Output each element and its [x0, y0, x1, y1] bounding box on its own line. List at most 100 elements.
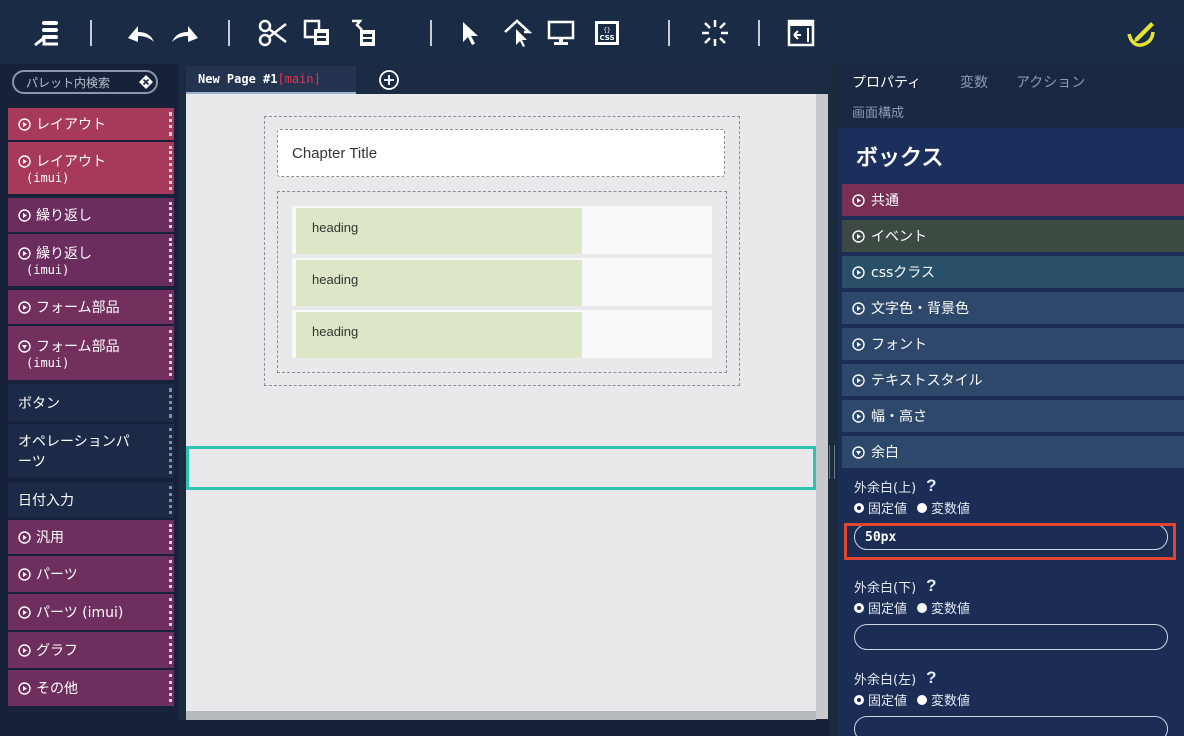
sparkle-icon[interactable]: [698, 16, 732, 50]
palette-category[interactable]: グラフ: [8, 632, 174, 668]
property-section[interactable]: cssクラス: [842, 256, 1184, 290]
property-section-label: 幅・高さ: [871, 409, 927, 425]
value-type-radios: 固定値 変数値: [854, 690, 970, 709]
palette-category[interactable]: パーツ: [8, 556, 174, 592]
toolbar-separator: [228, 20, 230, 46]
edit-check-icon[interactable]: [1124, 16, 1158, 50]
help-icon[interactable]: ?: [926, 476, 936, 496]
heading-cell[interactable]: heading: [296, 208, 582, 254]
bottom-strip: [0, 720, 830, 736]
margin-field-label: 外余白(上)?: [854, 476, 937, 496]
collapsed-circle-icon: [18, 530, 31, 544]
property-section-label: フォント: [871, 337, 927, 353]
palette-category[interactable]: レイアウト (imui): [8, 142, 174, 194]
clear-search-icon[interactable]: [138, 74, 154, 90]
table-row[interactable]: heading: [292, 206, 712, 254]
palette-item[interactable]: 日付入力: [8, 482, 174, 518]
table-row[interactable]: heading: [292, 258, 712, 306]
palette-item-label: グラフ: [36, 643, 78, 659]
help-icon[interactable]: ?: [926, 668, 936, 688]
palette-item-title: フォーム部品: [18, 297, 174, 317]
collapsed-circle-icon: [852, 373, 865, 387]
palette-search-input[interactable]: パレット内検索: [12, 70, 158, 94]
tab-new-page[interactable]: New Page #1 [main]: [186, 66, 356, 94]
undo-icon[interactable]: [124, 16, 158, 50]
property-section[interactable]: イベント: [842, 220, 1184, 254]
palette-category[interactable]: 繰り返し (imui): [8, 234, 174, 286]
margin-value-input[interactable]: [854, 624, 1168, 650]
fixed-value-radio[interactable]: [854, 502, 864, 513]
select-parent-icon[interactable]: [500, 16, 534, 50]
selected-box[interactable]: [186, 446, 816, 490]
variable-value-radio[interactable]: [917, 602, 928, 613]
structure-icon[interactable]: [30, 16, 64, 50]
outer-box[interactable]: Chapter Title heading heading heading: [264, 116, 740, 386]
tab-actions[interactable]: アクション: [1016, 72, 1085, 92]
collapsed-circle-icon: [18, 208, 31, 222]
heading-cell[interactable]: heading: [296, 260, 582, 306]
collapsed-circle-icon: [852, 337, 865, 351]
tab-variables[interactable]: 変数: [960, 72, 988, 92]
collapsed-circle-icon: [18, 643, 31, 657]
margin-value-input[interactable]: [854, 716, 1168, 736]
fixed-value-radio[interactable]: [854, 694, 864, 705]
collapsed-circle-icon: [852, 301, 865, 315]
preview-icon[interactable]: [544, 16, 578, 50]
palette-item-title: フォーム部品: [18, 336, 174, 356]
highlight-box: [844, 523, 1176, 560]
palette-category[interactable]: 汎用: [8, 520, 174, 554]
palette-item-label: レイアウト: [36, 117, 106, 133]
window-icon[interactable]: [784, 16, 818, 50]
panel-resize-handle[interactable]: [829, 445, 835, 479]
table-row[interactable]: heading: [292, 310, 712, 358]
tab-properties[interactable]: プロパティ: [852, 72, 921, 92]
fixed-value-radio[interactable]: [854, 602, 864, 613]
css-icon[interactable]: {} CSS: [590, 16, 624, 50]
collapsed-circle-icon: [852, 265, 865, 279]
palette-category[interactable]: レイアウト: [8, 108, 174, 140]
inner-box[interactable]: heading heading heading: [277, 191, 727, 373]
fixed-value-label: 固定値: [868, 602, 908, 617]
add-tab-icon[interactable]: [378, 69, 400, 91]
property-section[interactable]: 共通: [842, 184, 1184, 218]
variable-value-radio[interactable]: [917, 694, 928, 705]
property-section-label: 文字色・背景色: [871, 301, 969, 317]
variable-value-radio[interactable]: [917, 502, 928, 513]
collapsed-circle-icon: [852, 193, 865, 207]
palette-category[interactable]: 繰り返し: [8, 198, 174, 232]
palette-category[interactable]: フォーム部品: [8, 290, 174, 324]
palette-item[interactable]: ボタン: [8, 384, 174, 422]
palette-item-label: オペレーションパ: [18, 434, 130, 450]
vertical-scrollbar[interactable]: [816, 94, 828, 719]
select-icon[interactable]: [454, 16, 488, 50]
palette-item-title: 汎用: [18, 527, 174, 547]
palette-category[interactable]: パーツ (imui): [8, 594, 174, 630]
palette-item-label: パーツ (imui): [36, 605, 124, 621]
chapter-title[interactable]: Chapter Title: [277, 129, 725, 177]
palette-category[interactable]: フォーム部品 (imui): [8, 326, 174, 380]
palette-item[interactable]: オペレーションパ ーツ: [8, 424, 174, 478]
copy-icon[interactable]: [300, 16, 334, 50]
redo-icon[interactable]: [168, 16, 202, 50]
toolbar-separator: [758, 20, 760, 46]
palette-item-title: 繰り返し: [18, 205, 174, 225]
palette-item-title: その他: [18, 678, 174, 698]
margin-field-name: 外余白(下): [854, 580, 917, 596]
tab-screen-structure[interactable]: 画面構成: [852, 102, 904, 121]
property-section[interactable]: フォント: [842, 328, 1184, 362]
property-section[interactable]: 幅・高さ: [842, 400, 1184, 434]
property-section[interactable]: 文字色・背景色: [842, 292, 1184, 326]
property-section[interactable]: テキストスタイル: [842, 364, 1184, 398]
heading-cell[interactable]: heading: [296, 312, 582, 358]
help-icon[interactable]: ?: [926, 576, 936, 596]
cut-icon[interactable]: [256, 16, 290, 50]
paste-icon[interactable]: [346, 16, 380, 50]
palette-search-placeholder: パレット内検索: [26, 75, 111, 90]
collapsed-circle-icon: [852, 409, 865, 423]
palette-item-title: レイアウト: [18, 151, 174, 171]
horizontal-scrollbar[interactable]: [186, 711, 816, 720]
properties-tabs: プロパティ 変数 アクション 画面構成: [838, 64, 1184, 128]
palette-category[interactable]: その他: [8, 670, 174, 706]
property-section[interactable]: 余白: [842, 436, 1184, 470]
property-section-label: 共通: [871, 193, 899, 209]
